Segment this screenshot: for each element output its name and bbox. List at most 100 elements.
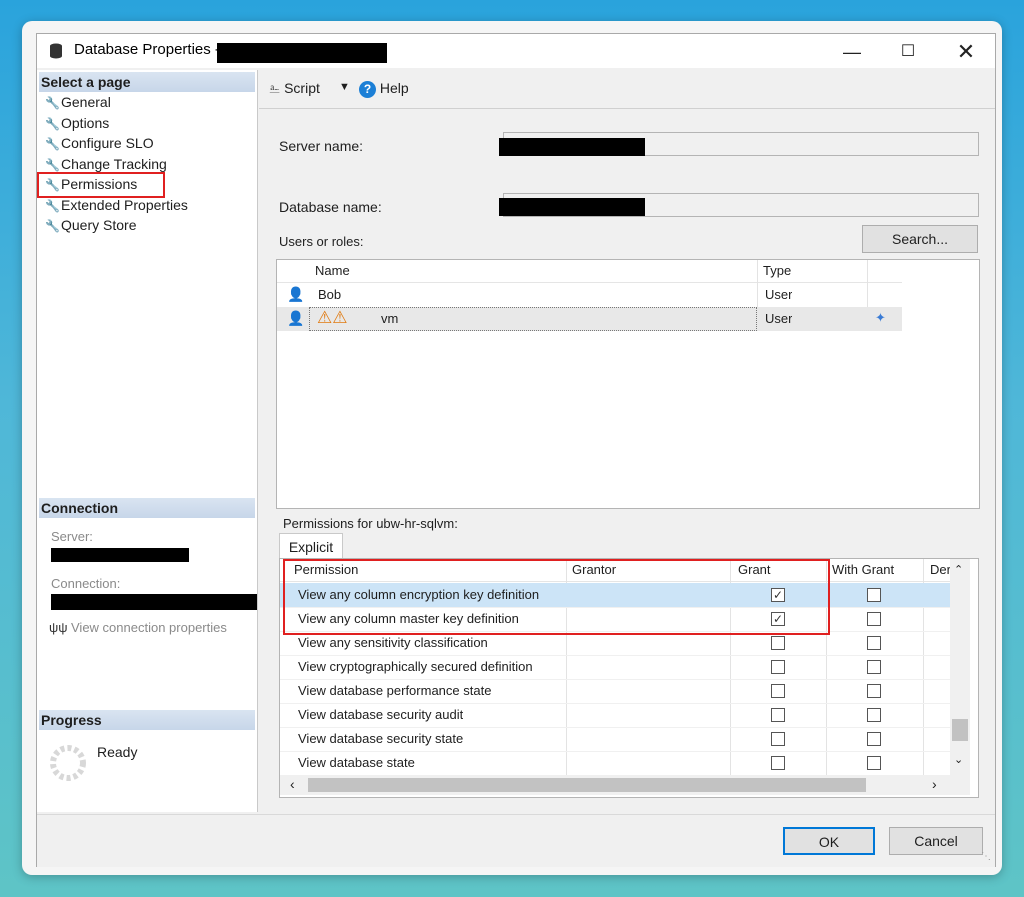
help-button[interactable]: ? Help [359,80,409,98]
user-name: Bob [318,287,342,302]
perm-col-with-grant[interactable]: With Grant [832,559,894,581]
permission-name: View database security audit [298,707,464,722]
redacted-database-name-field [499,198,645,216]
warning-icon: ⚠⚠ [317,308,348,327]
grant-checkbox[interactable] [771,732,785,746]
resize-grip-icon[interactable]: ⋱ [981,851,991,862]
page-item-label: General [61,94,111,110]
wrench-icon: 🔧 [45,219,60,233]
maximize-button[interactable]: ☐ [890,40,926,64]
script-dropdown-icon[interactable]: ▼ [339,81,350,93]
plug-icon: ψψ [49,620,68,635]
permission-name: View any sensitivity classification [298,635,488,650]
horizontal-scrollbar[interactable]: ‹ › [280,775,970,795]
redacted-connection [51,594,257,610]
page-item-configure-slo[interactable]: 🔧Configure SLO [45,133,154,153]
scroll-down-arrow[interactable]: ⌄ [954,753,963,766]
progress-header: Progress [39,710,255,730]
grant-checkbox[interactable] [771,684,785,698]
page-item-options[interactable]: 🔧Options [45,113,109,133]
grant-checkbox[interactable] [771,708,785,722]
wrench-icon: 🔧 [45,96,60,110]
page-item-label: Options [61,115,110,131]
help-icon: ? [359,81,376,98]
page-item-label: Extended Properties [61,197,188,213]
page-item-query-store[interactable]: 🔧Query Store [45,215,136,235]
minimize-button[interactable]: — [834,40,870,64]
scroll-left-arrow[interactable]: ‹ [290,776,295,792]
connection-header: Connection [39,498,255,518]
wrench-icon: 🔧 [45,137,60,151]
scroll-thumb[interactable] [952,719,968,741]
grant-checkbox[interactable] [771,660,785,674]
progress-status: Ready [97,744,138,760]
page-item-general[interactable]: 🔧General [45,92,111,112]
user-row[interactable]: 👤 Bob User [277,283,902,306]
toolbar: ⎁ Script ▼ ? Help [259,70,995,109]
progress-spinner-icon [50,745,86,781]
with-grant-checkbox[interactable] [867,684,881,698]
title-bar: Database Properties - — ☐ ✕ [37,34,995,68]
permission-row[interactable]: View database security audit [280,703,952,728]
help-label: Help [379,80,409,96]
users-roles-label: Users or roles: [279,234,364,249]
scroll-up-arrow[interactable]: ⌃ [954,563,963,576]
redacted-server-name [499,138,645,156]
close-button[interactable]: ✕ [948,40,984,64]
user-icon: 👤 [287,286,305,302]
ok-button[interactable]: OK [783,827,875,855]
grant-highlight-box [283,559,830,635]
vertical-scrollbar[interactable]: ⌃ ⌄ [950,559,970,775]
permissions-for-label: Permissions for ubw-hr-sqlvm: [283,516,458,531]
page-item-label: Configure SLO [61,135,154,151]
select-page-header: Select a page [39,72,255,92]
scroll-right-arrow[interactable]: › [932,776,937,792]
left-pane: Select a page 🔧General 🔧Options 🔧Configu… [37,70,258,812]
database-name-label: Database name: [279,199,382,215]
user-row-selected[interactable]: 👤 ⚠⚠ vm User ✦ [277,307,902,331]
users-col-name[interactable]: Name [315,260,350,282]
h-scroll-thumb[interactable] [308,778,866,792]
with-grant-checkbox[interactable] [867,588,881,602]
users-col-type[interactable]: Type [763,260,791,282]
view-connection-properties-link[interactable]: ψψ View connection properties [49,620,227,635]
perm-col-deny[interactable]: Der [930,559,950,581]
page-item-label: Change Tracking [61,156,167,172]
wrench-icon: 🔧 [45,117,60,131]
tab-explicit[interactable]: Explicit [279,533,343,560]
cancel-button[interactable]: Cancel [889,827,983,855]
with-grant-checkbox[interactable] [867,636,881,650]
script-button[interactable]: ⎁ Script [269,80,320,97]
database-properties-dialog: Database Properties - — ☐ ✕ Select a pag… [36,33,996,867]
grant-checkbox[interactable] [771,756,785,770]
permission-row[interactable]: View cryptographically secured definitio… [280,655,952,680]
grant-checkbox[interactable] [771,636,785,650]
with-grant-checkbox[interactable] [867,732,881,746]
view-connection-label: View connection properties [71,620,227,635]
with-grant-checkbox[interactable] [867,708,881,722]
users-grid-header: Name Type [277,260,902,283]
permission-row[interactable]: View database performance state [280,679,952,704]
permission-name: View database security state [298,731,464,746]
user-type: User [765,287,793,302]
focus-rect [309,307,757,331]
with-grant-checkbox[interactable] [867,756,881,770]
permission-row[interactable]: View database state [280,751,952,776]
permission-name: View database performance state [298,683,492,698]
search-button[interactable]: Search... [862,225,978,253]
users-grid: Name Type 👤 Bob User 👤 ⚠⚠ vm User ✦ [276,259,980,509]
connection-label: Connection: [51,576,121,591]
page-item-change-tracking[interactable]: 🔧Change Tracking [45,154,167,174]
wrench-icon: 🔧 [45,199,60,213]
redacted-server [51,548,189,562]
with-grant-checkbox[interactable] [867,612,881,626]
with-grant-checkbox[interactable] [867,660,881,674]
page-item-extended-properties[interactable]: 🔧Extended Properties [45,195,188,215]
permission-row[interactable]: View database security state [280,727,952,752]
permission-name: View cryptographically secured definitio… [298,659,533,674]
user-properties-icon[interactable]: ✦ [875,310,886,326]
user-type: User [765,311,793,326]
main-content: Server name: Database name: Users or rol… [259,112,995,812]
script-label: Script [284,80,320,96]
user-icon: 👤 [287,310,305,326]
